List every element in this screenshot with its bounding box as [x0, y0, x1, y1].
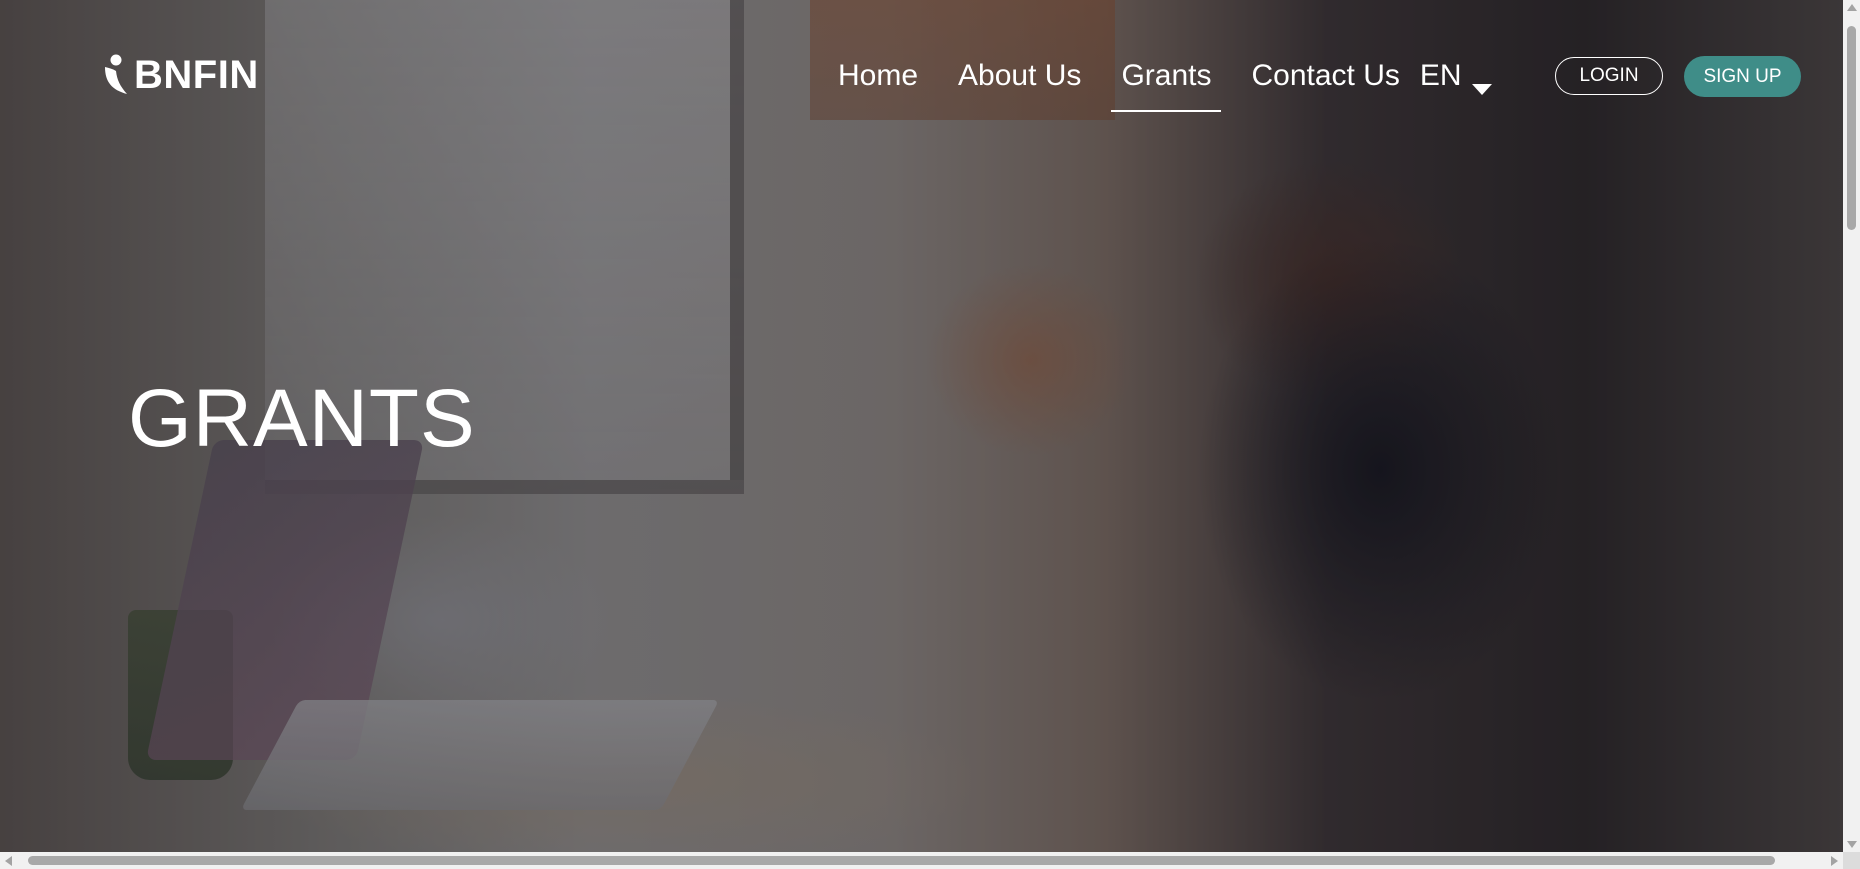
- scroll-down-arrow-icon[interactable]: [1847, 841, 1857, 848]
- person-leaf-icon: [102, 54, 130, 96]
- nav-item-about-us[interactable]: About Us: [948, 56, 1091, 96]
- login-button[interactable]: LOGIN: [1555, 57, 1663, 95]
- page-title: GRANTS: [128, 373, 476, 464]
- scroll-left-arrow-icon[interactable]: [5, 856, 12, 866]
- nav-item-grants[interactable]: Grants: [1111, 56, 1222, 112]
- caret-down-icon: [1471, 70, 1492, 95]
- scroll-right-arrow-icon[interactable]: [1831, 856, 1838, 866]
- scroll-up-arrow-icon[interactable]: [1847, 4, 1857, 11]
- main-navigation: Home About Us Grants Contact Us EN: [828, 56, 1492, 112]
- nav-item-contact-us[interactable]: Contact Us: [1241, 56, 1409, 96]
- site-header: BNFIN Home About Us Grants Contact Us EN…: [0, 0, 1843, 160]
- language-selector[interactable]: EN: [1419, 59, 1492, 95]
- nav-item-home[interactable]: Home: [828, 56, 928, 96]
- page-viewport: GRANTS BNFIN Home About Us Grants Contac…: [0, 0, 1843, 852]
- scrollbar-corner: [1843, 852, 1860, 869]
- language-selected: EN: [1419, 59, 1462, 92]
- brand-name: BNFIN: [134, 53, 259, 97]
- vertical-scroll-thumb[interactable]: [1847, 26, 1856, 230]
- signup-button[interactable]: SIGN UP: [1684, 56, 1801, 97]
- horizontal-scrollbar[interactable]: [0, 852, 1843, 869]
- vertical-scrollbar[interactable]: [1843, 0, 1860, 852]
- horizontal-scroll-thumb[interactable]: [28, 856, 1775, 865]
- brand-logo[interactable]: BNFIN: [102, 54, 259, 96]
